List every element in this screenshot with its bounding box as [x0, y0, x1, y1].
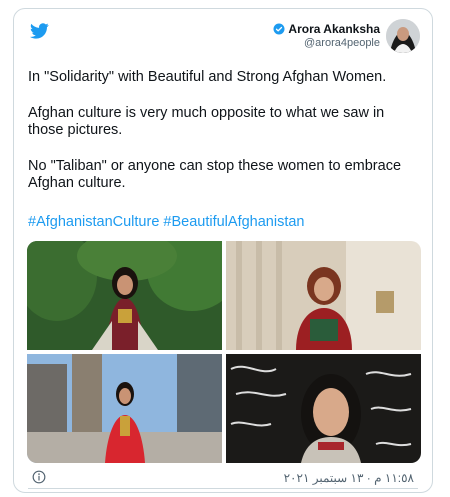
tweet-footer: ١١:٥٨ م · ١٣ سبتمبر ٢٠٢١	[28, 469, 420, 487]
info-icon[interactable]	[32, 470, 46, 484]
tweet-paragraph: In "Solidarity" with Beautiful and Stron…	[28, 69, 387, 85]
tweet-paragraph: No "Taliban" or anyone can stop these wo…	[28, 157, 402, 192]
author-handle[interactable]: @arora4people	[273, 36, 380, 50]
photo-woman-indoors[interactable]	[226, 241, 421, 350]
hashtag-link[interactable]: #BeautifulAfghanistan	[163, 214, 304, 230]
hashtag-link[interactable]: #AfghanistanCulture	[28, 214, 159, 230]
photo-woman-in-park[interactable]	[27, 241, 222, 350]
hashtag-list: #AfghanistanCulture #BeautifulAfghanistan	[28, 214, 308, 230]
media-grid	[27, 241, 421, 463]
verified-badge-icon	[273, 23, 285, 35]
author-name[interactable]: Arora Akanksha	[288, 22, 380, 36]
photo-woman-calligraphy-background[interactable]	[226, 354, 421, 463]
tweet-paragraph: Afghan culture is very much opposite to …	[28, 104, 385, 139]
divider	[28, 488, 418, 489]
tweet-card[interactable]: Arora Akanksha @arora4people In "Solidar…	[13, 8, 433, 493]
avatar[interactable]	[386, 19, 420, 53]
tweet-author[interactable]: Arora Akanksha @arora4people	[273, 19, 420, 53]
tweet-timestamp[interactable]: ١١:٥٨ م · ١٣ سبتمبر ٢٠٢١	[284, 471, 414, 485]
tweet-text: In "Solidarity" with Beautiful and Stron…	[28, 69, 420, 211]
twitter-bird-icon[interactable]	[30, 23, 49, 39]
photo-woman-on-street[interactable]	[27, 354, 222, 463]
